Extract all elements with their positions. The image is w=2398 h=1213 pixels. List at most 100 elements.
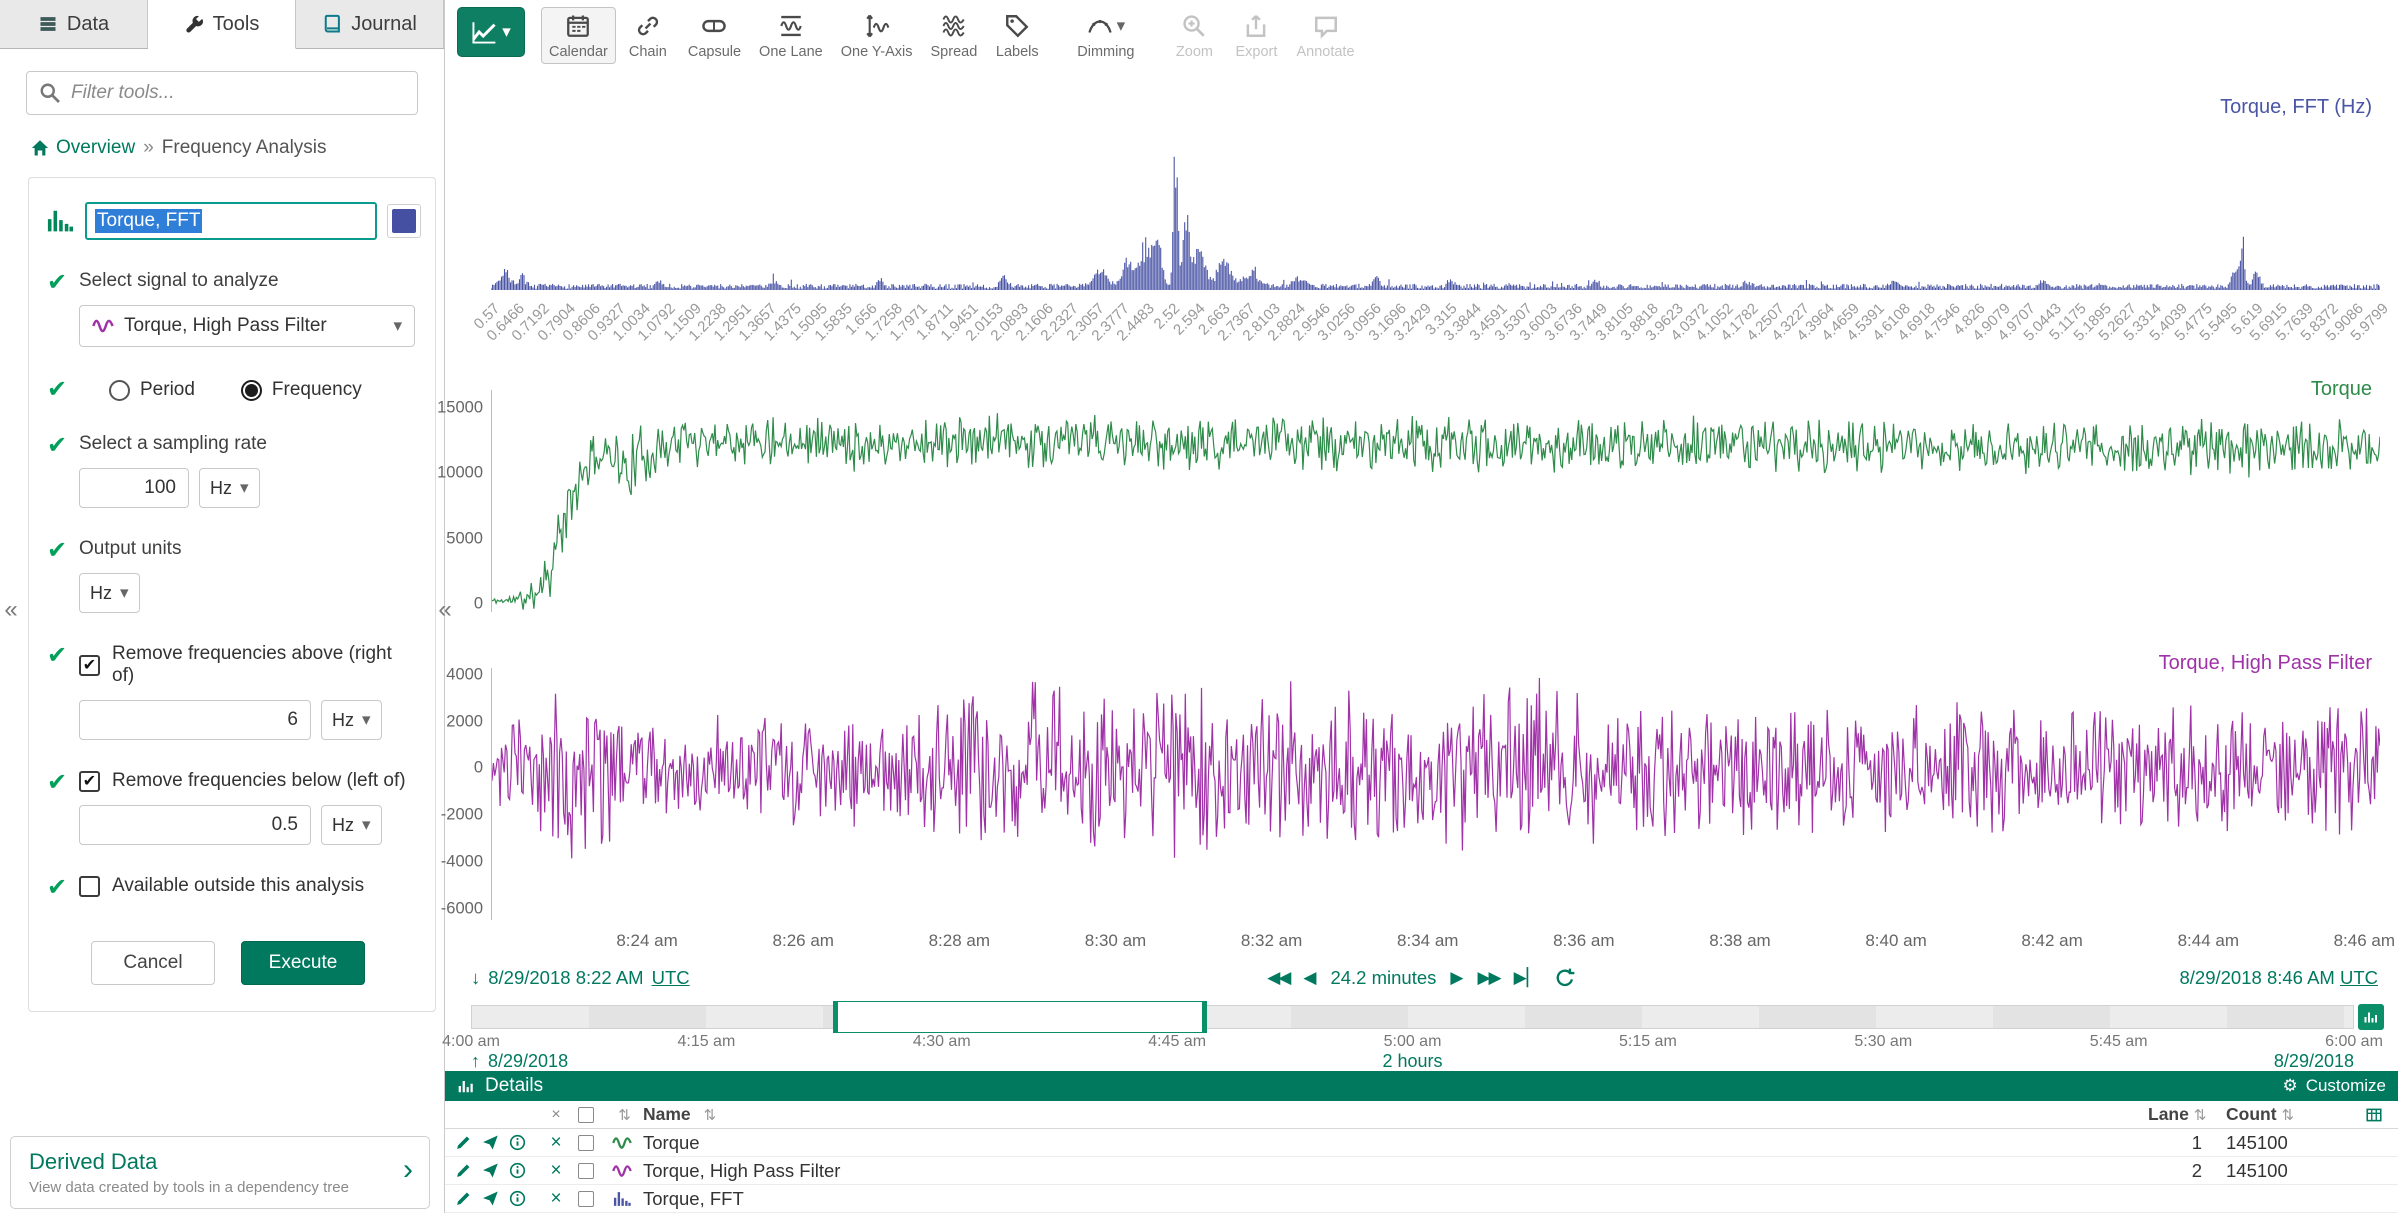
item-name[interactable]: Torque — [643, 1132, 700, 1154]
period-label: Period — [140, 379, 195, 401]
remove-icon[interactable]: × — [550, 1188, 561, 1209]
execute-button[interactable]: Execute — [241, 941, 365, 985]
collapse-sidebar-handle[interactable]: « — [436, 596, 454, 624]
toolbar-one-y-axis-button[interactable]: One Y-Axis — [833, 7, 921, 64]
range-duration[interactable]: 24.2 minutes — [1330, 967, 1436, 989]
signal-select[interactable]: Torque, High Pass Filter ▾ — [79, 305, 415, 347]
table-row[interactable]: × Torque 1 145100 — [445, 1129, 2398, 1157]
timeline-chart-button[interactable] — [2358, 1004, 2384, 1030]
available-outside-checkbox[interactable] — [79, 876, 100, 897]
toolbar-zoom-button[interactable]: Zoom — [1164, 7, 1224, 64]
toolbar-capsule-button[interactable]: Capsule — [680, 7, 749, 64]
fft-type-icon — [601, 1189, 643, 1209]
remove-above-unit-select[interactable]: Hz ▾ — [321, 700, 382, 740]
remove-icon[interactable]: × — [550, 1132, 561, 1153]
remove-all-button[interactable]: × — [541, 1106, 571, 1124]
remove-above-checkbox[interactable]: ✔ — [79, 655, 100, 676]
remove-below-input[interactable] — [79, 805, 311, 845]
toolbar-spread-button[interactable]: Spread — [923, 7, 986, 64]
torque-chart[interactable] — [492, 390, 2380, 612]
toolbar-chain-button[interactable]: Chain — [618, 7, 678, 64]
row-checkbox[interactable] — [578, 1191, 594, 1207]
remove-below-unit-select[interactable]: Hz ▾ — [321, 805, 382, 845]
step-to-end-button[interactable]: ▶▏ — [1514, 968, 1540, 988]
chevron-down-icon: ▾ — [362, 710, 371, 730]
sampling-rate-input[interactable] — [79, 468, 189, 508]
toolbar-labels-button[interactable]: Labels — [987, 7, 1047, 64]
hpf-plot[interactable] — [491, 668, 2380, 920]
timeline-span[interactable]: 2 hours — [471, 1051, 2354, 1072]
sampling-unit-select[interactable]: Hz ▾ — [199, 468, 260, 508]
range-end[interactable]: 8/29/2018 8:46 AM UTC — [2180, 967, 2379, 989]
filter-tools-input[interactable] — [26, 71, 418, 115]
tab-data[interactable]: Data — [0, 0, 148, 48]
sort-name-icon[interactable]: ⇅ — [704, 1106, 717, 1124]
item-name[interactable]: Torque, High Pass Filter — [643, 1160, 840, 1182]
sort-lane-icon[interactable]: ⇅ — [2194, 1107, 2207, 1124]
row-checkbox[interactable] — [578, 1135, 594, 1151]
toolbar-calendar-button[interactable]: Calendar — [541, 7, 616, 64]
toolbar-export-button[interactable]: Export — [1226, 7, 1286, 64]
info-icon[interactable] — [509, 1162, 526, 1179]
remove-above-label: Remove frequencies above (right of) — [112, 643, 415, 687]
timeline-selection[interactable] — [833, 1001, 1207, 1033]
item-name[interactable]: Torque, FFT — [643, 1188, 744, 1210]
result-name-input[interactable]: Torque, FFT — [85, 202, 377, 240]
sort-count-icon[interactable]: ⇅ — [2282, 1107, 2295, 1124]
period-radio-option[interactable]: Period — [109, 379, 195, 401]
toolbar-annotate-button[interactable]: Annotate — [1288, 7, 1362, 64]
table-row[interactable]: × Torque, High Pass Filter 2 145100 — [445, 1157, 2398, 1185]
output-units-select[interactable]: Hz ▾ — [79, 573, 140, 613]
tab-journal-label: Journal — [351, 13, 417, 36]
send-plane-icon[interactable] — [482, 1134, 499, 1151]
torque-plot[interactable] — [491, 390, 2380, 612]
trend-view-button[interactable]: ▾ — [457, 7, 525, 57]
hpf-y-axis: -6000-4000-2000020004000 — [445, 668, 485, 920]
name-column-header[interactable]: Name — [643, 1104, 691, 1125]
item-count: 145100 — [2210, 1132, 2350, 1154]
info-icon[interactable] — [509, 1190, 526, 1207]
tab-journal[interactable]: Journal — [296, 0, 444, 48]
period-radio[interactable] — [109, 380, 130, 401]
fft-plot[interactable] — [491, 114, 2380, 290]
edit-pencil-icon[interactable] — [455, 1162, 472, 1179]
color-swatch-button[interactable] — [387, 204, 421, 238]
auto-update-icon[interactable] — [1554, 967, 1576, 989]
add-column-icon[interactable] — [2350, 1106, 2398, 1124]
send-plane-icon[interactable] — [482, 1162, 499, 1179]
timeline-bar[interactable] — [471, 1005, 2354, 1029]
count-column-header[interactable]: Count — [2226, 1104, 2277, 1124]
select-all-checkbox[interactable] — [578, 1107, 594, 1123]
step-back-half-button[interactable]: ◀ — [1303, 968, 1316, 988]
hpf-chart[interactable] — [492, 668, 2380, 920]
step-forward-half-button[interactable]: ▶ — [1450, 968, 1463, 988]
item-lane: 1 — [2148, 1132, 2210, 1154]
cancel-button[interactable]: Cancel — [91, 941, 215, 985]
step-back-full-button[interactable]: ◀◀ — [1267, 968, 1289, 988]
send-plane-icon[interactable] — [482, 1190, 499, 1207]
toolbar-dimming-button[interactable]: ▾ Dimming — [1069, 7, 1142, 64]
breadcrumb-home-link[interactable]: Overview — [30, 137, 135, 159]
edit-pencil-icon[interactable] — [455, 1134, 472, 1151]
remove-above-input[interactable] — [79, 700, 311, 740]
row-checkbox[interactable] — [578, 1163, 594, 1179]
table-row[interactable]: × Torque, FFT — [445, 1185, 2398, 1213]
mini-chart-icon — [2363, 1009, 2379, 1025]
tab-tools[interactable]: Tools — [148, 0, 296, 49]
sort-type-icon[interactable]: ⇅ — [618, 1106, 631, 1124]
customize-button[interactable]: ⚙ Customize — [2282, 1076, 2386, 1096]
derived-data-panel[interactable]: Derived Data View data created by tools … — [10, 1136, 430, 1209]
timeline-date-end[interactable]: 8/29/2018 — [2274, 1051, 2354, 1072]
info-icon[interactable] — [509, 1134, 526, 1151]
remove-below-checkbox[interactable]: ✔ — [79, 771, 100, 792]
toolbar-one-lane-button[interactable]: One Lane — [751, 7, 831, 64]
edit-pencil-icon[interactable] — [455, 1190, 472, 1207]
lane-column-header[interactable]: Lane — [2148, 1104, 2189, 1124]
step-forward-full-button[interactable]: ▶▶ — [1477, 968, 1499, 988]
remove-icon[interactable]: × — [550, 1160, 561, 1181]
fft-chart[interactable] — [491, 114, 2380, 290]
frequency-radio-option[interactable]: Frequency — [241, 379, 362, 401]
check-icon: ✔ — [35, 433, 79, 508]
frequency-radio[interactable] — [241, 380, 262, 401]
collapse-browser-panel-handle[interactable]: « — [2, 596, 20, 624]
